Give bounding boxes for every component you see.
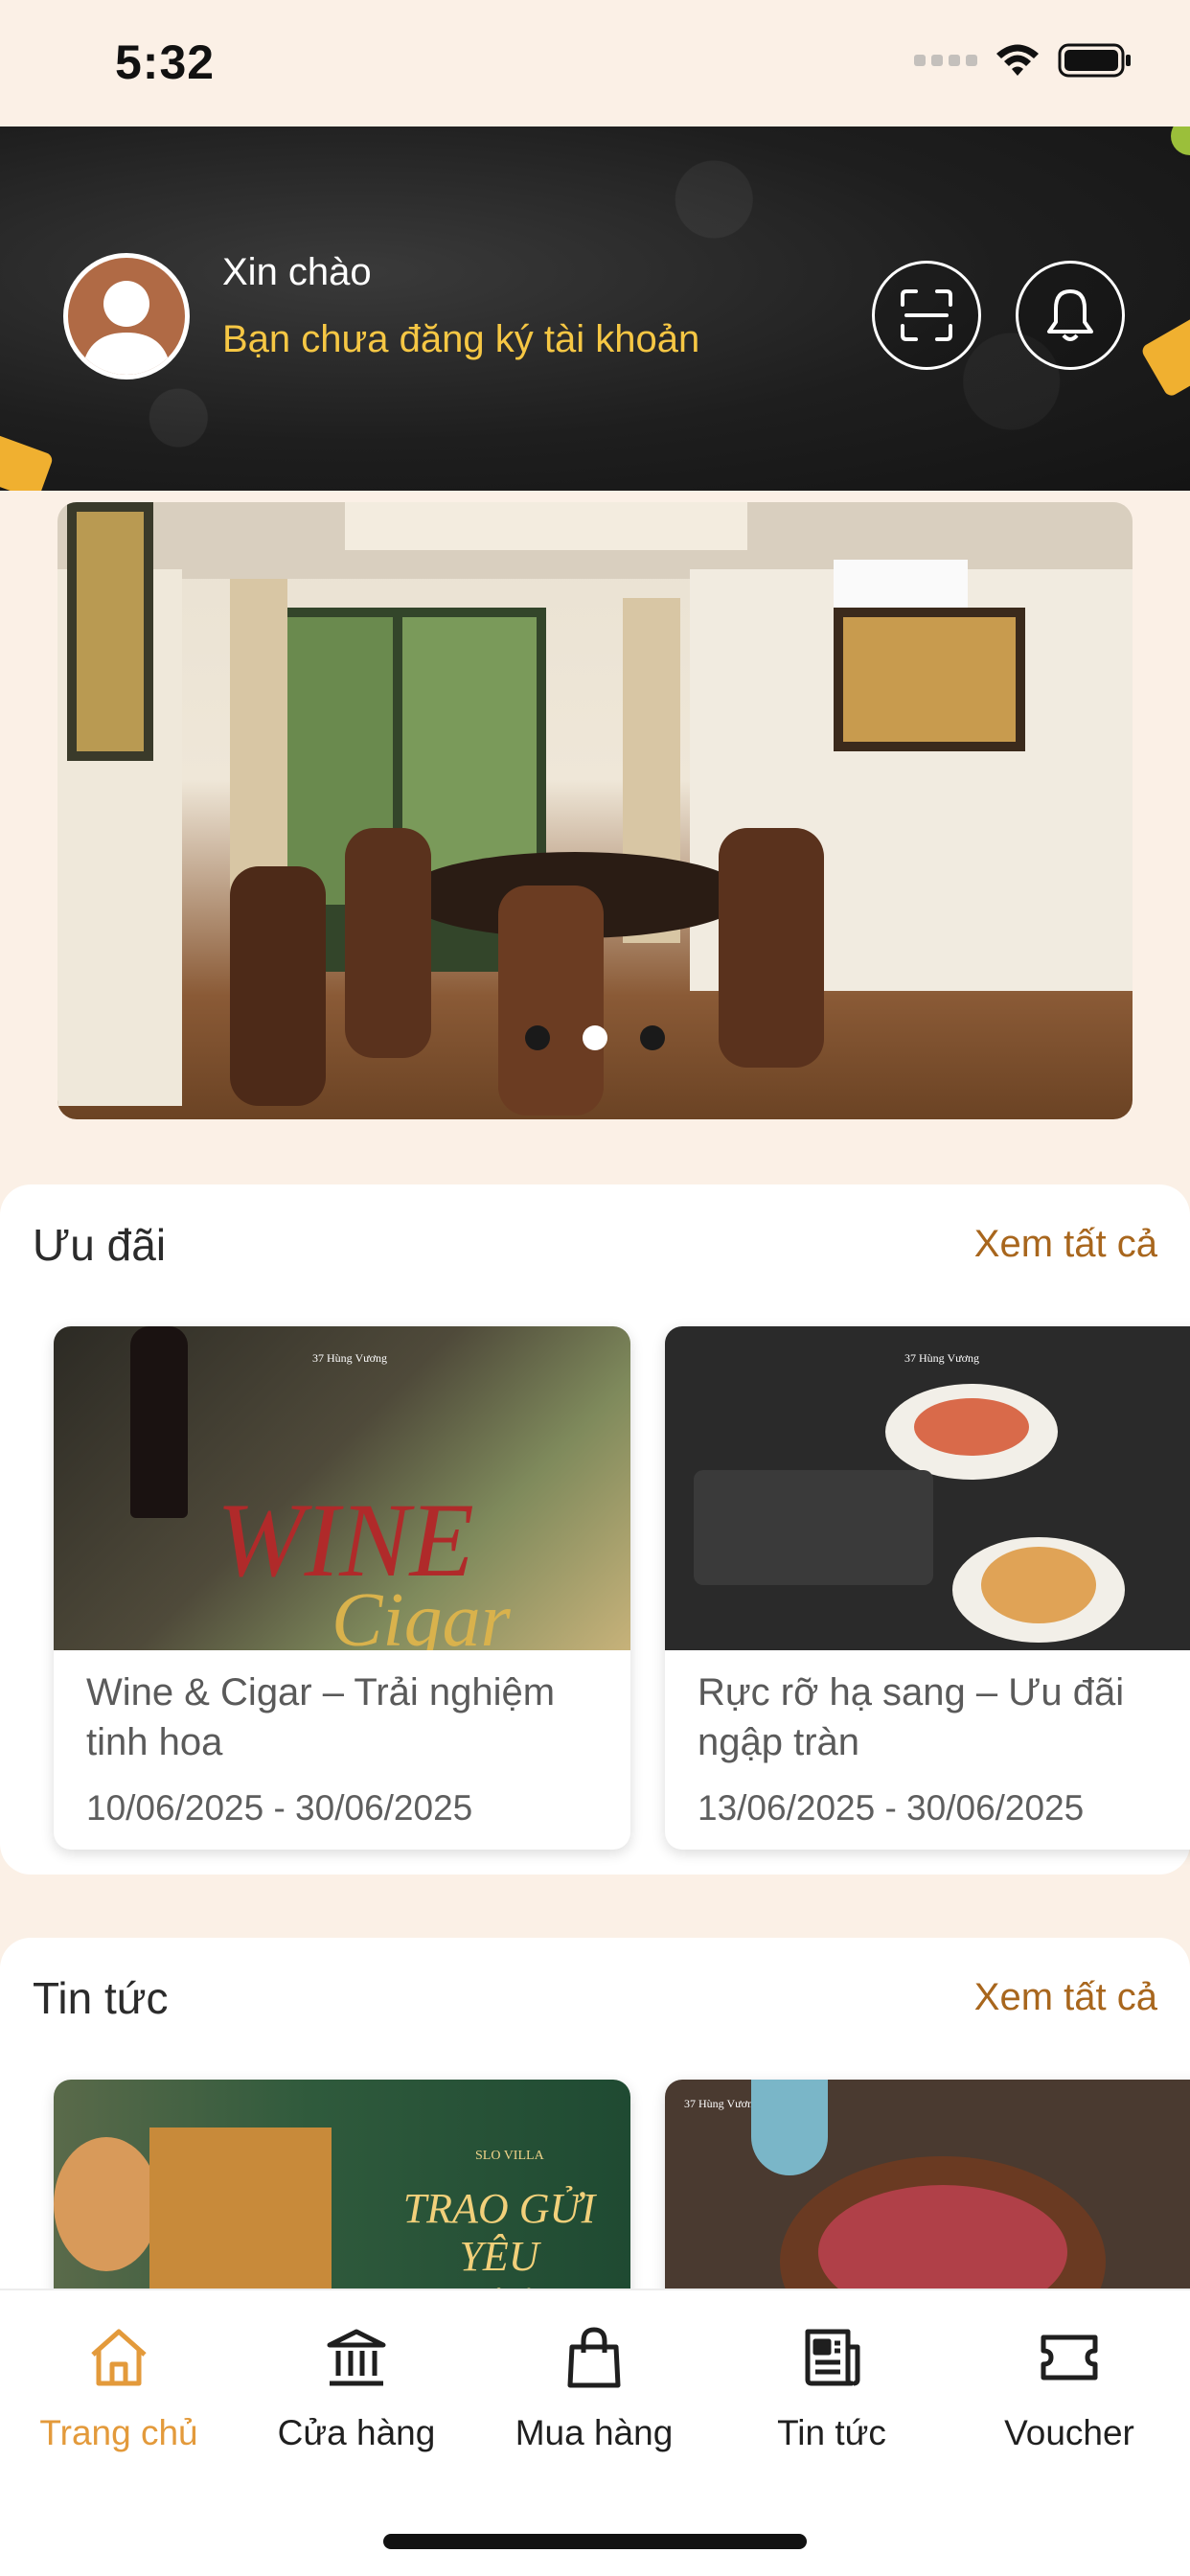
- nav-label: Cửa hàng: [277, 2413, 436, 2452]
- brand-mark: 37 Hùng Vương: [684, 2097, 759, 2110]
- nav-item-store[interactable]: Cửa hàng: [238, 2319, 475, 2453]
- store-icon: [327, 2329, 386, 2386]
- food-graphic: [981, 1547, 1096, 1623]
- home-icon: [91, 2329, 147, 2386]
- offer-card-title: Wine & Cigar – Trải nghiệm tinh hoa: [86, 1671, 556, 1763]
- register-account-link[interactable]: Bạn chưa đăng ký tài khoản: [222, 318, 699, 361]
- nav-item-shop[interactable]: Mua hàng: [475, 2319, 713, 2453]
- brand-mark: 37 Hùng Vương: [312, 1351, 387, 1365]
- profile-header: Xin chào Bạn chưa đăng ký tài khoản: [0, 126, 1190, 491]
- newspaper-icon: [805, 2329, 860, 2386]
- offer-image-subtitle: Cigar: [332, 1578, 511, 1650]
- battery-icon: [1058, 43, 1131, 78]
- wine-bottle-graphic: [130, 1326, 188, 1518]
- section-title-news: Tin tức: [33, 1973, 169, 2023]
- food-grill-graphic: [694, 1470, 933, 1585]
- food-graphic: [914, 1398, 1029, 1456]
- offer-card-title: Rực rỡ hạ sang – Ưu đãi ngập tràn: [698, 1671, 1125, 1763]
- cellular-signal-icon: [914, 55, 977, 66]
- bottom-navigation: Trang chủ Cửa hàng Mua hàng Tin tức Vouc…: [0, 2288, 1190, 2576]
- offer-card-date: 13/06/2025 - 30/06/2025: [698, 1788, 1085, 1828]
- offer-card-image: 37 Hùng Vương: [665, 1326, 1190, 1650]
- decor-chip: [1171, 126, 1190, 155]
- nav-item-home[interactable]: Trang chủ: [0, 2319, 238, 2453]
- status-time: 5:32: [115, 35, 216, 89]
- wifi-icon: [996, 44, 1039, 76]
- hand-graphic: [751, 2080, 828, 2175]
- see-all-news-link[interactable]: Xem tất cả: [974, 1976, 1157, 2019]
- notification-button[interactable]: [1016, 261, 1125, 370]
- nav-label: Tin tức: [777, 2413, 886, 2452]
- offer-card[interactable]: 37 Hùng Vương WINE Cigar Wine & Cigar – …: [54, 1326, 630, 1850]
- scan-button[interactable]: [872, 261, 981, 370]
- scan-icon: [901, 289, 952, 341]
- see-all-offers-link[interactable]: Xem tất cả: [974, 1223, 1157, 1266]
- nav-label: Trang chủ: [39, 2413, 198, 2452]
- avatar[interactable]: [63, 253, 190, 380]
- carousel-dot-active[interactable]: [583, 1025, 607, 1050]
- status-indicators: [914, 42, 1133, 79]
- nav-label: Voucher: [1004, 2413, 1134, 2452]
- carousel-dot[interactable]: [525, 1025, 550, 1050]
- bell-icon: [1047, 289, 1093, 341]
- offer-card-date: 10/06/2025 - 30/06/2025: [86, 1788, 473, 1828]
- carousel-indicator: [57, 1025, 1133, 1050]
- nav-label: Mua hàng: [515, 2413, 674, 2452]
- portrait-graphic: [54, 2137, 159, 2271]
- carousel-dot[interactable]: [640, 1025, 665, 1050]
- status-bar: 5:32: [0, 0, 1190, 126]
- brand-mark: SLO VILLA: [475, 2149, 544, 2163]
- section-title-offers: Ưu đãi: [33, 1220, 167, 1270]
- brand-mark: 37 Hùng Vương: [904, 1351, 979, 1365]
- promo-banner-carousel[interactable]: [57, 502, 1133, 1119]
- nav-item-news[interactable]: Tin tức: [713, 2319, 950, 2453]
- decor-chip: [0, 432, 55, 491]
- offer-card[interactable]: 37 Hùng Vương Rực rỡ hạ sang – Ưu đãi ng…: [665, 1326, 1190, 1850]
- ticket-icon: [1041, 2334, 1098, 2380]
- offers-section: Ưu đãi Xem tất cả 37 Hùng Vương WINE Cig…: [0, 1184, 1190, 1874]
- home-indicator: [383, 2534, 807, 2549]
- user-avatar-icon: [68, 258, 185, 375]
- greeting-text: Xin chào: [222, 251, 372, 293]
- shopping-bag-icon: [567, 2327, 621, 2388]
- offer-card-image: 37 Hùng Vương WINE Cigar: [54, 1326, 630, 1650]
- nav-item-voucher[interactable]: Voucher: [950, 2319, 1188, 2453]
- decor-chip: [1139, 314, 1190, 399]
